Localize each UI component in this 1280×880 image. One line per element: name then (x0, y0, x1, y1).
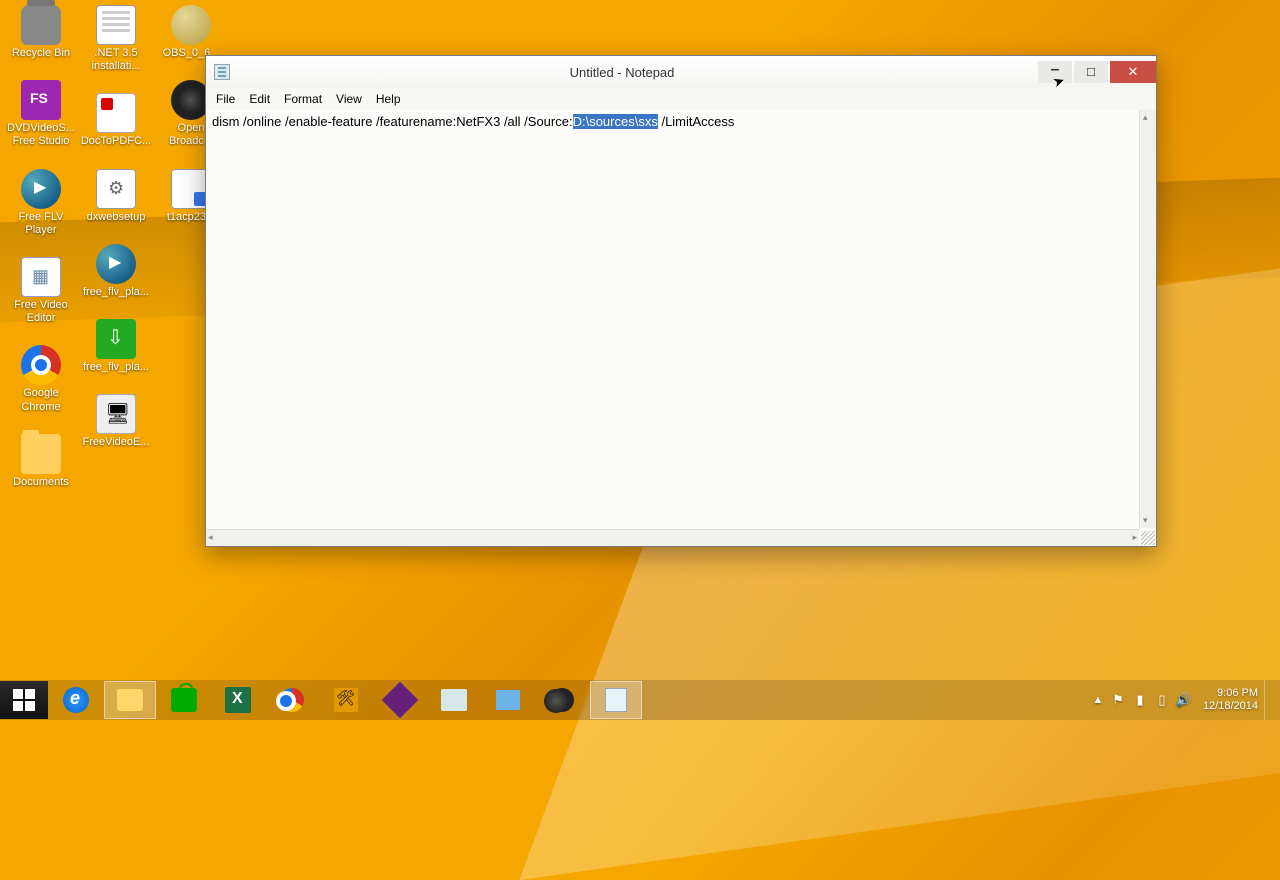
menu-view[interactable]: View (329, 90, 369, 108)
desktop-icon-documents[interactable]: Documents (5, 434, 77, 489)
resize-grip[interactable] (1141, 531, 1155, 545)
menu-help[interactable]: Help (369, 90, 408, 108)
desktop-icon-free-video-editor[interactable]: Free Video Editor (5, 257, 77, 325)
notepad-window: Untitled - Notepad File Edit Format View… (205, 55, 1157, 547)
taskbar: ▲ ⚑ ▮ ▯ 🔊 9:06 PM 12/18/2014 (0, 680, 1280, 720)
taskbar-start-button[interactable] (0, 681, 48, 719)
show-desktop-button[interactable] (1264, 680, 1272, 720)
desktop-icons: Recycle Bin DVDVideoS... Free Studio Free … (5, 5, 230, 509)
taskbar-vs-button[interactable] (374, 681, 426, 719)
clock[interactable]: 9:06 PM 12/18/2014 (1203, 687, 1258, 713)
desktop-icon-dvdvideos-free-studio[interactable]: DVDVideoS... Free Studio (5, 80, 77, 148)
icon-label: free_flv_pla... (80, 286, 152, 299)
icon-label: Free FLV Player (5, 211, 77, 237)
start-icon (13, 689, 35, 711)
scrollbar-vertical[interactable] (1139, 110, 1156, 528)
titlebar[interactable]: Untitled - Notepad (206, 56, 1156, 88)
fs-icon (21, 80, 61, 120)
pdf-icon (96, 93, 136, 133)
taskbar-chrome-button[interactable] (266, 681, 318, 719)
globe-icon (171, 5, 211, 45)
notepad-icon (605, 688, 627, 712)
network-icon[interactable]: ▯ (1153, 691, 1171, 709)
clock-date: 12/18/2014 (1203, 700, 1258, 713)
taskbar-remote-button[interactable] (482, 681, 534, 719)
maximize-button[interactable] (1074, 61, 1108, 83)
green-icon (96, 319, 136, 359)
ie-icon (63, 687, 89, 713)
desktop-icon-google-chrome[interactable]: Google Chrome (5, 345, 77, 413)
desktop-icon-freevideoe-[interactable]: FreeVideoE... (80, 394, 152, 449)
text-after: /LimitAccess (658, 114, 735, 129)
vid-icon (21, 257, 61, 297)
sysinfo-icon (441, 689, 467, 711)
desktop-icon-dxwebsetup[interactable]: dxwebsetup (80, 169, 152, 224)
icon-label: Free Video Editor (5, 299, 77, 325)
remote-icon (496, 690, 520, 710)
icon-label: DocToPDFC... (80, 135, 152, 148)
taskbar-explorer-button[interactable] (104, 681, 156, 719)
icon-label: Google Chrome (5, 387, 77, 413)
text-selection: D:\sources\sxs (573, 114, 658, 129)
battery-icon[interactable]: ▮ (1131, 691, 1149, 709)
taskbar-store-button[interactable] (158, 681, 210, 719)
icon-label: .NET 3.5 installati... (80, 47, 152, 73)
menu-edit[interactable]: Edit (242, 90, 277, 108)
volume-icon[interactable]: 🔊 (1175, 691, 1193, 709)
icon-label: FreeVideoE... (80, 436, 152, 449)
desktop-icon-obs-0-6-[interactable]: OBS_0_6... (155, 5, 227, 60)
minimize-button[interactable] (1038, 61, 1072, 83)
security-icon[interactable]: ⚑ (1109, 691, 1127, 709)
setup-icon (96, 169, 136, 209)
vs-icon (382, 682, 419, 719)
clock-time: 9:06 PM (1203, 687, 1258, 700)
text-before: dism /online /enable-feature /featurenam… (212, 114, 573, 129)
show-hidden-icons[interactable]: ▲ (1091, 691, 1105, 709)
chrome-icon (280, 688, 304, 712)
desktop-icon-doctopdfc-[interactable]: DocToPDFC... (80, 93, 152, 148)
icon-label: Documents (5, 476, 77, 489)
obs-icon (550, 688, 574, 712)
play-icon (21, 169, 61, 209)
menu-format[interactable]: Format (277, 90, 329, 108)
doc-icon (96, 5, 136, 45)
taskbar-obs-button[interactable] (536, 681, 588, 719)
desktop-icon-recycle-bin[interactable]: Recycle Bin (5, 5, 77, 60)
taskbar-notepad-button[interactable] (590, 681, 642, 719)
taskbar-ie-button[interactable] (50, 681, 102, 719)
scrollbar-horizontal[interactable] (206, 529, 1139, 546)
chrome-icon (21, 345, 61, 385)
desktop-icon-free-flv-pla-[interactable]: free_flv_pla... (80, 319, 152, 374)
menubar: File Edit Format View Help (206, 88, 1156, 110)
close-button[interactable] (1110, 61, 1156, 83)
bin-icon (21, 5, 61, 45)
taskbar-excel-button[interactable] (212, 681, 264, 719)
taskbar-sysinfo-button[interactable] (428, 681, 480, 719)
text-area[interactable]: dism /online /enable-feature /featurenam… (206, 110, 1156, 546)
window-title: Untitled - Notepad (236, 65, 1038, 80)
desktop-icon-free-flv-player[interactable]: Free FLV Player (5, 169, 77, 237)
notepad-icon (214, 64, 230, 80)
system-tray: ▲ ⚑ ▮ ▯ 🔊 9:06 PM 12/18/2014 (1089, 680, 1280, 720)
desktop-icon--net-3-5-installati-[interactable]: .NET 3.5 installati... (80, 5, 152, 73)
icon-label: Recycle Bin (5, 47, 77, 60)
icon-label: DVDVideoS... Free Studio (5, 122, 77, 148)
util-icon (96, 394, 136, 434)
folder-icon (21, 434, 61, 474)
tools-icon (334, 688, 358, 712)
explorer-icon (117, 689, 143, 711)
taskbar-tools-button[interactable] (320, 681, 372, 719)
store-icon (171, 688, 197, 712)
play-icon (96, 244, 136, 284)
excel-icon (225, 687, 251, 713)
icon-label: dxwebsetup (80, 211, 152, 224)
icon-label: free_flv_pla... (80, 361, 152, 374)
desktop-icon-free-flv-pla-[interactable]: free_flv_pla... (80, 244, 152, 299)
menu-file[interactable]: File (209, 90, 242, 108)
